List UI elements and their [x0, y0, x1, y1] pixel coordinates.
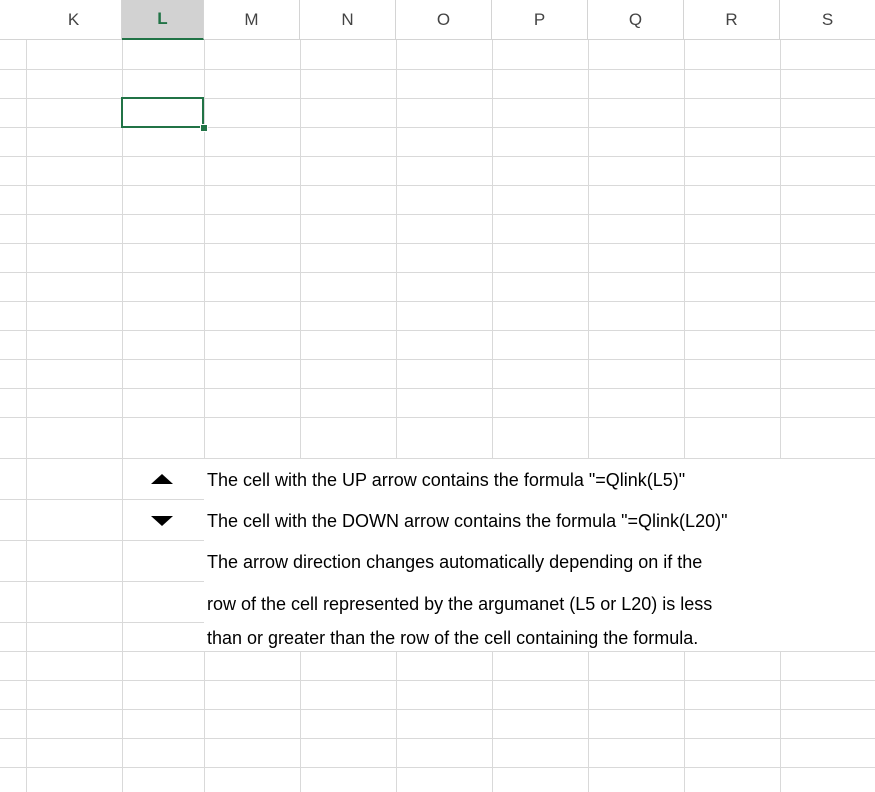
active-cell-selection[interactable] [121, 97, 204, 128]
gridline-horizontal [0, 651, 875, 652]
gridline-horizontal [0, 185, 875, 186]
column-header-o[interactable]: O [396, 0, 492, 40]
gridline-horizontal [0, 156, 875, 157]
gridline-horizontal [0, 767, 875, 768]
gridline-horizontal [0, 272, 875, 273]
column-header-bar: K L M N O P Q R S [0, 0, 875, 40]
down-arrow-icon[interactable] [151, 516, 173, 526]
note-line-3: The arrow direction changes automaticall… [207, 552, 703, 572]
column-header-l[interactable]: L [122, 0, 204, 40]
note-up-arrow: The cell with the UP arrow contains the … [207, 470, 686, 490]
column-header-q[interactable]: Q [588, 0, 684, 40]
gridline-horizontal [0, 680, 875, 681]
up-arrow-icon[interactable] [151, 474, 173, 484]
gridline-horizontal [0, 214, 875, 215]
gridline-horizontal [0, 738, 875, 739]
column-header-p[interactable]: P [492, 0, 588, 40]
gridline-horizontal [0, 243, 875, 244]
column-header-k[interactable]: K [26, 0, 122, 40]
gridline-horizontal [0, 359, 875, 360]
column-header-m[interactable]: M [204, 0, 300, 40]
gridline-horizontal [0, 330, 875, 331]
column-header-n[interactable]: N [300, 0, 396, 40]
gridline-horizontal [0, 69, 875, 70]
column-header-r[interactable]: R [684, 0, 780, 40]
spreadsheet-grid[interactable]: K L M N O P Q R S The cell with the UP a… [0, 0, 875, 792]
gridline-horizontal [0, 301, 875, 302]
column-header-s[interactable]: S [780, 0, 875, 40]
gridline-horizontal [0, 388, 875, 389]
gridline-horizontal [0, 709, 875, 710]
note-line-5: than or greater than the row of the cell… [207, 628, 699, 648]
note-down-arrow: The cell with the DOWN arrow contains th… [207, 511, 728, 531]
gridline-horizontal [0, 417, 875, 418]
fill-handle[interactable] [200, 124, 208, 132]
note-line-4: row of the cell represented by the argum… [207, 594, 713, 614]
